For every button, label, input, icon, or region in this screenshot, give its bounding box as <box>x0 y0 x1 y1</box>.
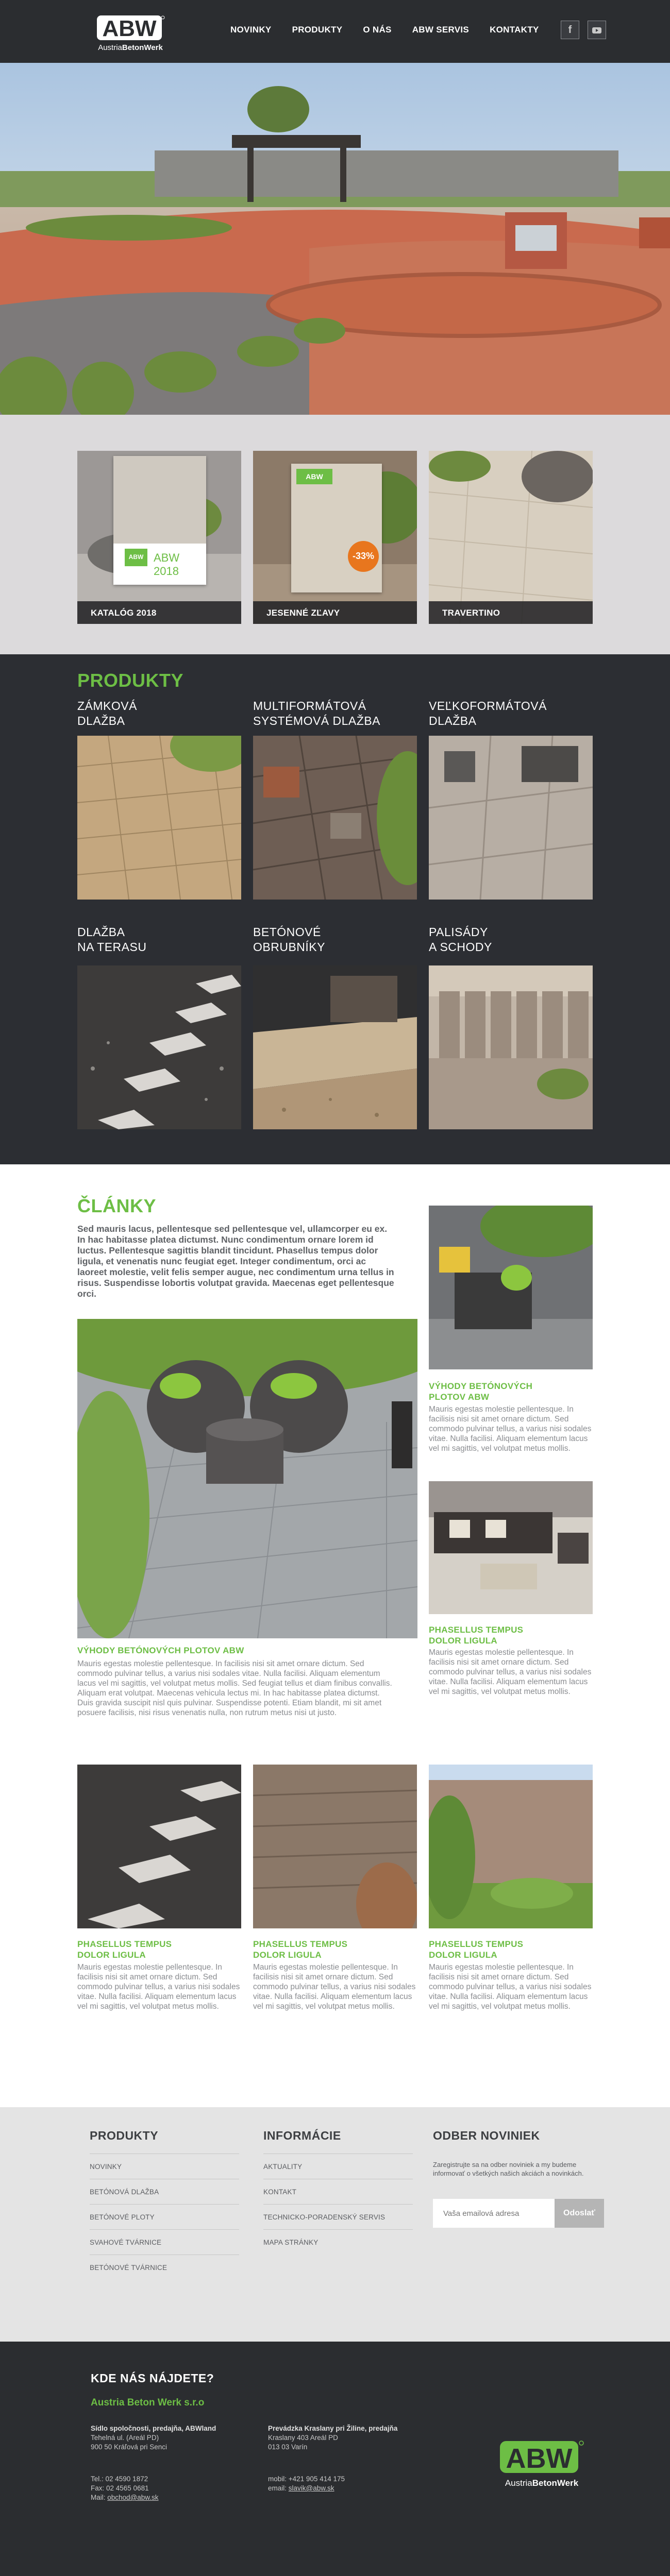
svg-text:ABW: ABW <box>506 2443 573 2474</box>
logo-text: ABW <box>102 16 157 41</box>
product-label[interactable]: VEĽKOFORMÁTOVÁ DLAŽBA <box>429 699 547 728</box>
company-name: Austria Beton Werk s.r.o <box>91 2397 205 2408</box>
newsletter-submit-button[interactable]: Odoslať <box>555 2199 604 2228</box>
footer-link[interactable]: TECHNICKO-PORADENSKÝ SERVIS <box>263 2204 413 2229</box>
nav-produkty[interactable]: PRODUKTY <box>292 25 343 35</box>
footer-produkty-list: NOVINKY BETÓNOVÁ DLAŽBA BETÓNOVÉ PLOTY S… <box>90 2154 239 2280</box>
nav-abw-servis[interactable]: ABW SERVIS <box>412 25 469 35</box>
article-side-title[interactable]: VÝHODY BETÓNOVÝCH PLOTOV ABW <box>429 1381 532 1402</box>
footer-link[interactable]: BETÓNOVÉ PLOTY <box>90 2204 239 2229</box>
article-side-image-2[interactable] <box>429 1481 593 1614</box>
footer-link[interactable]: NOVINKY <box>90 2154 239 2179</box>
articles-intro: Sed mauris lacus, pellentesque sed pelle… <box>77 1224 394 1299</box>
promo-card-travertino[interactable]: TRAVERTINO <box>429 451 593 624</box>
product-label[interactable]: BETÓNOVÉ OBRUBNÍKY <box>253 925 325 955</box>
footer-link[interactable]: MAPA STRÁNKY <box>263 2229 413 2255</box>
email-link[interactable]: obchod@abw.sk <box>107 2494 158 2501</box>
footer-link[interactable]: BETÓNOVÁ DLAŽBA <box>90 2179 239 2204</box>
article-side-text: Mauris egestas molestie pellentesque. In… <box>429 1648 592 1696</box>
promo-caption: KATALÓG 2018 <box>77 601 241 624</box>
footer-contact: KDE NÁS NÁJDETE? Austria Beton Werk s.r.… <box>0 2342 670 2576</box>
footer-link[interactable]: BETÓNOVÉ TVÁRNICE <box>90 2255 239 2280</box>
products-section: PRODUKTY ZÁMKOVÁ DLAŽBA MULTIFORMÁTOVÁ SYS… <box>0 654 670 1164</box>
contact-details-right: mobil: +421 905 414 175 email: slavik@ab… <box>268 2475 345 2492</box>
newsletter-text: Zaregistrujte sa na odber noviniek a my … <box>433 2161 584 2177</box>
newsletter-title: ODBER NOVINIEK <box>433 2129 540 2142</box>
catalog-brochure: ABW ABW 2018 <box>113 456 206 585</box>
abw-logo-mark: ABW <box>97 15 165 41</box>
article-side-title[interactable]: PHASELLUS TEMPUS DOLOR LIGULA <box>429 1624 523 1646</box>
abw-logo[interactable]: ABW AustriaBetonWerk <box>96 14 165 56</box>
sale-brochure: ABW -33% <box>291 464 382 592</box>
logo-wordmark: AustriaBetonWerk <box>98 43 163 52</box>
contact-address-left: Sídlo spoločnosti, predajňa, ABWland Teh… <box>91 2425 216 2451</box>
footer-link[interactable]: SVAHOVÉ TVÁRNICE <box>90 2229 239 2255</box>
article-bottom-text: Mauris egestas molestie pellentesque. In… <box>253 1963 416 2011</box>
article-bottom-title[interactable]: PHASELLUS TEMPUS DOLOR LIGULA <box>77 1939 172 1960</box>
article-bottom-image-2[interactable] <box>253 1765 417 1928</box>
product-image-palisady[interactable] <box>429 965 593 1129</box>
article-main-text: Mauris egestas molestie pellentesque. In… <box>77 1659 392 1717</box>
youtube-icon[interactable] <box>588 21 606 39</box>
product-image-terasa[interactable] <box>77 965 241 1129</box>
article-bottom-image-3[interactable] <box>429 1765 593 1928</box>
product-image-obrubniky[interactable] <box>253 965 417 1129</box>
email-link[interactable]: slavik@abw.sk <box>289 2484 334 2492</box>
discount-badge: -33% <box>348 541 379 572</box>
article-side-image-1[interactable] <box>429 1206 593 1369</box>
footer-link[interactable]: AKTUALITY <box>263 2154 413 2179</box>
contact-address-right: Prevádzka Kraslany pri Žiline, predajňa … <box>268 2425 398 2451</box>
footer-info-title: INFORMÁCIE <box>263 2129 341 2142</box>
product-label[interactable]: PALISÁDY A SCHODY <box>429 925 492 955</box>
product-image-multiformatova[interactable] <box>253 736 417 900</box>
articles-title: ČLÁNKY <box>77 1195 156 1216</box>
product-label[interactable]: MULTIFORMÁTOVÁ SYSTÉMOVÁ DLAŽBA <box>253 699 380 728</box>
article-bottom-title[interactable]: PHASELLUS TEMPUS DOLOR LIGULA <box>429 1939 523 1960</box>
article-side-text: Mauris egestas molestie pellentesque. In… <box>429 1405 592 1453</box>
article-bottom-text: Mauris egestas molestie pellentesque. In… <box>429 1963 592 2011</box>
main-nav: NOVINKY PRODUKTY O NÁS ABW SERVIS KONTAK… <box>230 25 560 35</box>
promo-card-katalog[interactable]: ABW ABW 2018 KATALÓG 2018 <box>77 451 241 624</box>
newsletter-email-input[interactable] <box>433 2199 555 2228</box>
product-image-zamkova[interactable] <box>77 736 241 900</box>
nav-o-nas[interactable]: O NÁS <box>363 25 391 35</box>
product-label[interactable]: ZÁMKOVÁ DLAŽBA <box>77 699 137 728</box>
footer-links: PRODUKTY NOVINKY BETÓNOVÁ DLAŽBA BETÓNOV… <box>0 2107 670 2342</box>
footer-produkty-title: PRODUKTY <box>90 2129 159 2142</box>
article-bottom-image-1[interactable] <box>77 1765 241 1928</box>
footer-link[interactable]: KONTAKT <box>263 2179 413 2204</box>
promo-section: ABW ABW 2018 KATALÓG 2018 ABW -33% JESEN… <box>0 415 670 654</box>
promo-card-zlavy[interactable]: ABW -33% JESENNÉ ZĽAVY <box>253 451 417 624</box>
footer-info-list: AKTUALITY KONTAKT TECHNICKO-PORADENSKÝ S… <box>263 2154 413 2255</box>
nav-kontakty[interactable]: KONTAKTY <box>490 25 539 35</box>
product-label[interactable]: DLAŽBA NA TERASU <box>77 925 146 955</box>
footer-abw-logo: ABW AustriaBetonWerk <box>498 2439 585 2501</box>
promo-caption: TRAVERTINO <box>429 601 593 624</box>
brochure-label: ABW 2018 <box>154 551 180 578</box>
site-header: ABW AustriaBetonWerk NOVINKY PRODUKTY O … <box>0 0 670 63</box>
nav-novinky[interactable]: NOVINKY <box>230 25 272 35</box>
facebook-icon[interactable]: f <box>561 21 579 39</box>
products-title: PRODUKTY <box>77 670 184 691</box>
contact-title: KDE NÁS NÁJDETE? <box>91 2371 214 2385</box>
article-bottom-text: Mauris egestas molestie pellentesque. In… <box>77 1963 240 2011</box>
article-bottom-title[interactable]: PHASELLUS TEMPUS DOLOR LIGULA <box>253 1939 347 1960</box>
promo-caption: JESENNÉ ZĽAVY <box>253 601 417 624</box>
article-main-image[interactable] <box>77 1319 417 1638</box>
product-image-velkoformatova[interactable] <box>429 736 593 900</box>
contact-details-left: Tel.: 02 4590 1872 Fax: 02 4565 0681 Mai… <box>91 2475 159 2501</box>
hero-image <box>0 63 670 415</box>
articles-section: ČLÁNKY Sed mauris lacus, pellentesque se… <box>0 1164 670 2107</box>
article-main-title[interactable]: VÝHODY BETÓNOVÝCH PLOTOV ABW <box>77 1645 244 1656</box>
